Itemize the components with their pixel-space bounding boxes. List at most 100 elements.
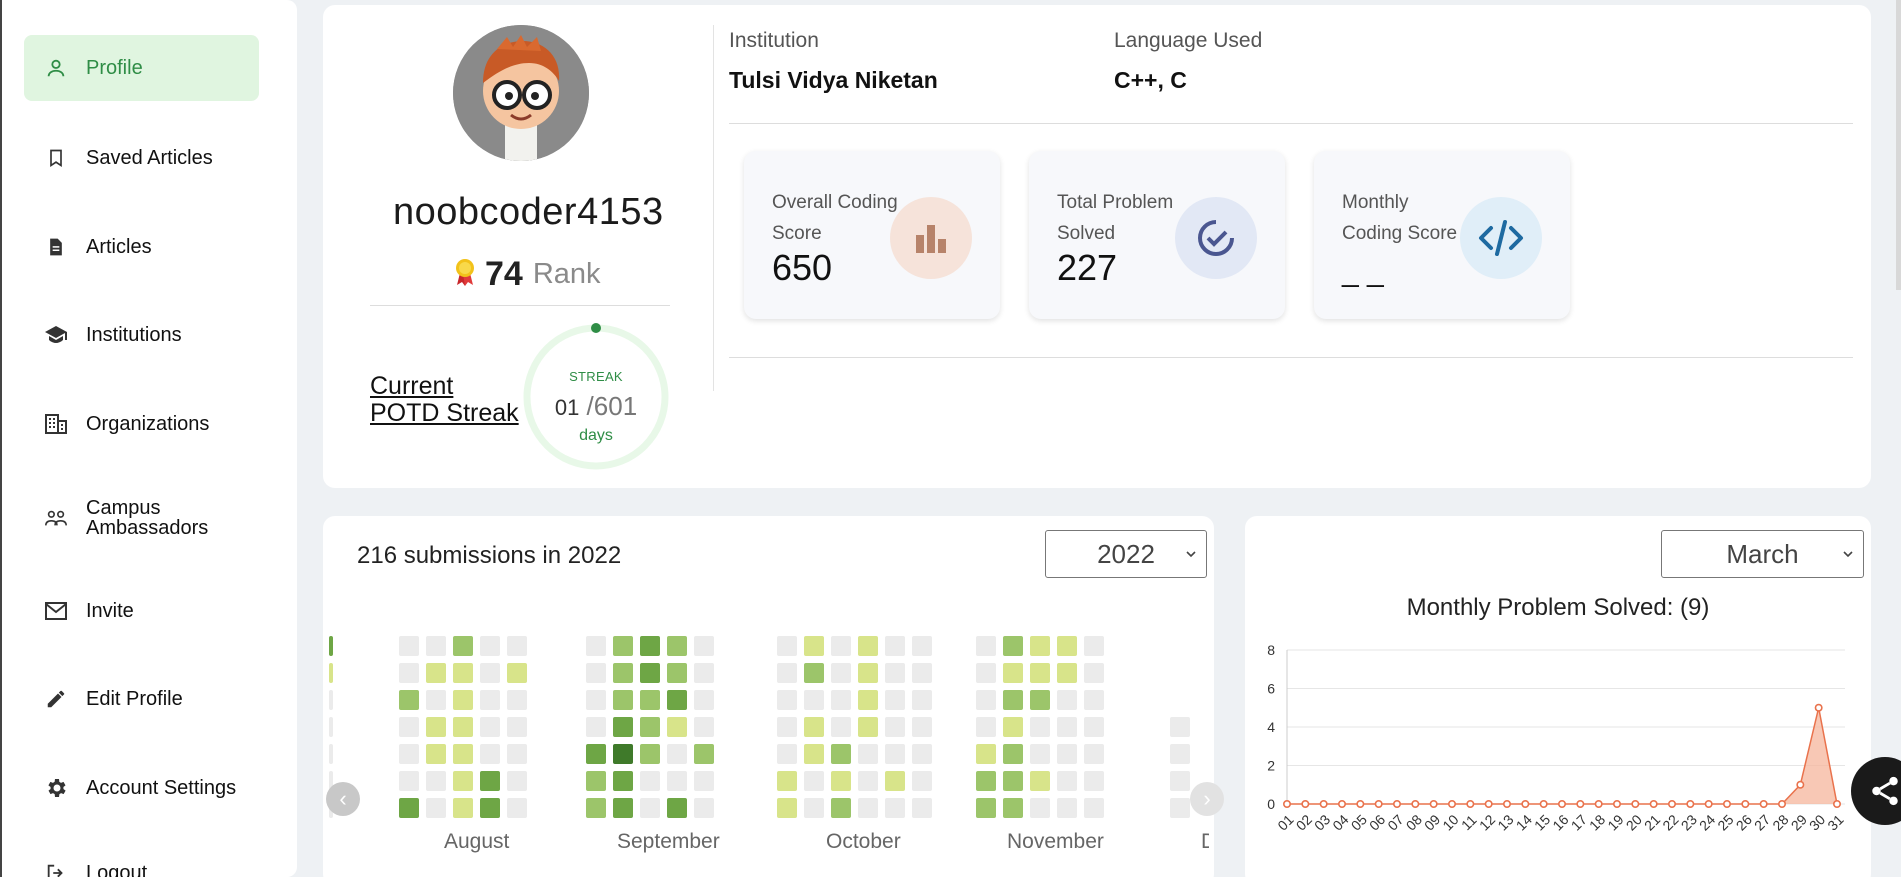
heatmap-cell[interactable] xyxy=(1003,690,1023,710)
heatmap-cell[interactable] xyxy=(831,636,851,656)
heatmap-cell[interactable] xyxy=(480,771,500,791)
heatmap-cell[interactable] xyxy=(1030,717,1050,737)
heatmap-cell[interactable] xyxy=(453,771,473,791)
heatmap-cell[interactable] xyxy=(426,636,446,656)
heatmap-cell[interactable] xyxy=(399,690,419,710)
heatmap-cell[interactable] xyxy=(831,798,851,818)
sidebar-item-logout[interactable]: Logout xyxy=(24,840,259,877)
heatmap-cell[interactable] xyxy=(804,771,824,791)
heatmap-cell[interactable] xyxy=(1084,636,1104,656)
heatmap-cell[interactable] xyxy=(586,636,606,656)
heatmap-cell[interactable] xyxy=(976,717,996,737)
heatmap-cell[interactable] xyxy=(507,690,527,710)
heatmap-cell[interactable] xyxy=(1057,663,1077,683)
heatmap-cell[interactable] xyxy=(858,744,878,764)
heatmap-cell[interactable] xyxy=(694,717,714,737)
heatmap-cell[interactable] xyxy=(1084,744,1104,764)
heatmap-cell[interactable] xyxy=(831,771,851,791)
heatmap-cell[interactable] xyxy=(399,717,419,737)
heatmap-cell[interactable] xyxy=(667,744,687,764)
heatmap-cell[interactable] xyxy=(858,771,878,791)
heatmap-cell[interactable] xyxy=(640,717,660,737)
heatmap-cell[interactable] xyxy=(1003,798,1023,818)
heatmap-cell[interactable] xyxy=(613,744,633,764)
heatmap-cell[interactable] xyxy=(329,717,333,737)
heatmap-cell[interactable] xyxy=(480,717,500,737)
heatmap-cell[interactable] xyxy=(912,798,932,818)
heatmap-cell[interactable] xyxy=(507,717,527,737)
sidebar-item-edit-profile[interactable]: Edit Profile xyxy=(24,666,259,732)
heatmap-cell[interactable] xyxy=(613,663,633,683)
heatmap-prev-button[interactable]: ‹ xyxy=(326,782,360,816)
heatmap-cell[interactable] xyxy=(613,798,633,818)
heatmap-cell[interactable] xyxy=(1170,717,1190,737)
heatmap-cell[interactable] xyxy=(777,636,797,656)
sidebar-item-organizations[interactable]: Organizations xyxy=(24,391,259,457)
heatmap-cell[interactable] xyxy=(399,744,419,764)
heatmap-cell[interactable] xyxy=(885,690,905,710)
heatmap-cell[interactable] xyxy=(976,744,996,764)
heatmap-cell[interactable] xyxy=(640,690,660,710)
potd-streak-link[interactable]: Current POTD Streak xyxy=(370,373,520,427)
month-select[interactable]: March xyxy=(1661,530,1864,578)
heatmap-cell[interactable] xyxy=(885,744,905,764)
heatmap-cell[interactable] xyxy=(586,744,606,764)
heatmap-cell[interactable] xyxy=(453,663,473,683)
heatmap-cell[interactable] xyxy=(777,744,797,764)
heatmap-cell[interactable] xyxy=(831,690,851,710)
heatmap-cell[interactable] xyxy=(694,636,714,656)
heatmap-cell[interactable] xyxy=(1030,798,1050,818)
heatmap-cell[interactable] xyxy=(1003,771,1023,791)
heatmap-cell[interactable] xyxy=(453,636,473,656)
heatmap-cell[interactable] xyxy=(507,798,527,818)
heatmap-cell[interactable] xyxy=(804,690,824,710)
heatmap-cell[interactable] xyxy=(667,771,687,791)
heatmap-cell[interactable] xyxy=(426,663,446,683)
heatmap-cell[interactable] xyxy=(426,717,446,737)
heatmap-cell[interactable] xyxy=(480,690,500,710)
heatmap-cell[interactable] xyxy=(912,636,932,656)
heatmap-cell[interactable] xyxy=(858,690,878,710)
heatmap-cell[interactable] xyxy=(480,663,500,683)
heatmap-cell[interactable] xyxy=(586,663,606,683)
sidebar-item-profile[interactable]: Profile xyxy=(24,35,259,101)
heatmap-cell[interactable] xyxy=(399,636,419,656)
heatmap-cell[interactable] xyxy=(912,717,932,737)
heatmap-cell[interactable] xyxy=(640,636,660,656)
scrollbar[interactable] xyxy=(1896,0,1901,290)
heatmap-cell[interactable] xyxy=(667,690,687,710)
heatmap-cell[interactable] xyxy=(667,798,687,818)
heatmap-cell[interactable] xyxy=(1057,771,1077,791)
heatmap-cell[interactable] xyxy=(667,663,687,683)
heatmap-cell[interactable] xyxy=(831,663,851,683)
heatmap-cell[interactable] xyxy=(885,771,905,791)
heatmap-cell[interactable] xyxy=(426,771,446,791)
heatmap-cell[interactable] xyxy=(1030,690,1050,710)
heatmap-cell[interactable] xyxy=(640,744,660,764)
heatmap-cell[interactable] xyxy=(1057,690,1077,710)
year-select[interactable]: 2022 xyxy=(1045,530,1207,578)
heatmap-cell[interactable] xyxy=(694,663,714,683)
heatmap-cell[interactable] xyxy=(694,690,714,710)
sidebar-item-institutions[interactable]: Institutions xyxy=(24,302,259,368)
heatmap-cell[interactable] xyxy=(1003,663,1023,683)
heatmap-cell[interactable] xyxy=(507,663,527,683)
heatmap-cell[interactable] xyxy=(1057,744,1077,764)
heatmap-cell[interactable] xyxy=(804,663,824,683)
heatmap-next-button[interactable]: › xyxy=(1190,782,1224,816)
heatmap-cell[interactable] xyxy=(885,717,905,737)
heatmap-cell[interactable] xyxy=(1057,636,1077,656)
heatmap-cell[interactable] xyxy=(453,690,473,710)
heatmap-cell[interactable] xyxy=(507,744,527,764)
heatmap-cell[interactable] xyxy=(976,636,996,656)
heatmap-cell[interactable] xyxy=(1170,744,1190,764)
heatmap-cell[interactable] xyxy=(1003,744,1023,764)
heatmap-cell[interactable] xyxy=(399,798,419,818)
heatmap-cell[interactable] xyxy=(804,744,824,764)
heatmap-cell[interactable] xyxy=(694,798,714,818)
heatmap-cell[interactable] xyxy=(640,663,660,683)
heatmap-cell[interactable] xyxy=(426,690,446,710)
heatmap-cell[interactable] xyxy=(885,663,905,683)
heatmap-cell[interactable] xyxy=(777,663,797,683)
heatmap-cell[interactable] xyxy=(480,798,500,818)
